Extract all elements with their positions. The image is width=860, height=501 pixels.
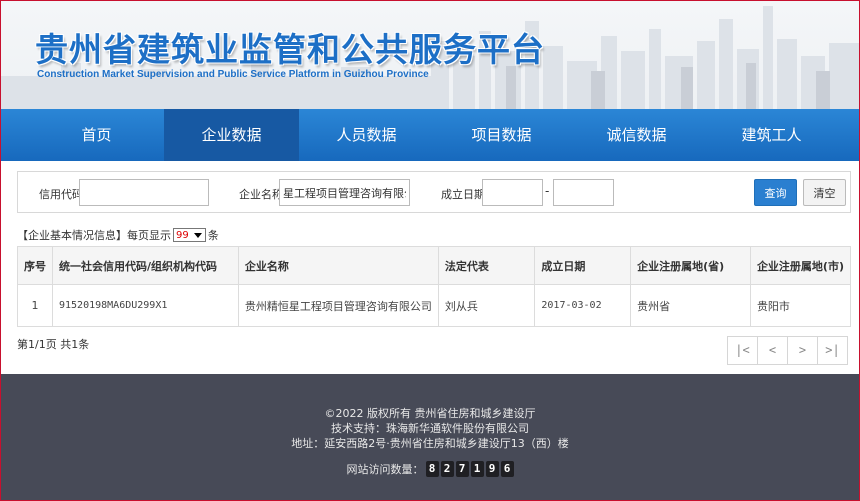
nav-item-construction-workers[interactable]: 建筑工人 [704,109,839,161]
visit-digit: 9 [485,461,499,477]
clear-button[interactable]: 清空 [803,179,846,206]
visit-digit: 2 [440,461,454,477]
results-info: 【企业基本情况信息】 每页显示 99 条 [17,227,219,243]
tech-support-text: 技术支持：珠海新华通软件股份有限公司 [331,422,529,435]
copyright-text: ©2022 版权所有 贵州省住房和城乡建设厅 [324,407,536,420]
column-header: 企业名称 [237,246,439,285]
page-summary: 第1/1页 共1条 [17,338,90,351]
established-date-cell: 2017-03-02 [534,284,632,327]
province-cell: 贵州省 [630,284,751,327]
column-header: 企业注册属地(省) [630,246,751,285]
page-size-value: 99 [176,229,189,241]
legal-rep-cell: 刘从兵 [437,284,536,327]
company-name-cell[interactable]: 贵州精恒星工程项目管理咨询有限公司 [237,284,439,327]
column-header: 法定代表 [437,246,536,285]
prev-page-button[interactable]: < [757,336,788,365]
site-title: 贵州省建筑业监管和公共服务平台 [35,30,545,69]
site-subtitle: Construction Market Supervision and Publ… [37,69,429,80]
search-panel: 信用代码 企业名称 成立日期 - 查询 清空 [17,171,851,213]
page-size-select[interactable]: 99 [173,228,206,242]
established-date-label: 成立日期 [441,188,485,201]
credit-code-input[interactable] [79,179,209,206]
company-name-input[interactable] [279,179,410,206]
per-page-prefix: 每页显示 [127,229,171,242]
visit-digit: 7 [455,461,469,477]
column-header: 统一社会信用代码/组织机构代码 [52,246,239,285]
column-header: 成立日期 [534,246,632,285]
credit-code-cell: 91520198MA6DU299X1 [52,284,239,327]
date-separator: - [545,184,550,198]
section-title: 【企业基本情况信息】 [17,229,127,242]
column-header: 序号 [17,246,53,285]
nav-item-home[interactable]: 首页 [29,109,164,161]
header-banner: 贵州省建筑业监管和公共服务平台 Construction Market Supe… [1,1,859,109]
first-page-button[interactable]: |< [727,336,758,365]
row-index: 1 [17,284,53,327]
nav-item-project-data[interactable]: 项目数据 [434,109,569,161]
table-row[interactable]: 1 91520198MA6DU299X1 贵州精恒星工程项目管理咨询有限公司 刘… [17,284,852,327]
visit-counter-label: 网站访问数量： [346,463,424,476]
address-text: 地址：延安西路2号·贵州省住房和城乡建设厅13（西）楼 [291,437,569,450]
date-from-input[interactable] [482,179,543,206]
nav-item-credit-data[interactable]: 诚信数据 [569,109,704,161]
table-header-row: 序号 统一社会信用代码/组织机构代码 企业名称 法定代表 成立日期 企业注册属地… [17,246,852,285]
last-page-button[interactable]: >| [817,336,848,365]
pagination: |< < > >| [727,336,848,365]
company-name-label: 企业名称 [239,188,283,201]
results-table: 序号 统一社会信用代码/组织机构代码 企业名称 法定代表 成立日期 企业注册属地… [17,246,852,327]
query-button[interactable]: 查询 [754,179,797,206]
visit-digit: 6 [500,461,514,477]
nav-item-personnel-data[interactable]: 人员数据 [299,109,434,161]
visit-digit: 8 [425,461,439,477]
next-page-button[interactable]: > [787,336,818,365]
date-to-input[interactable] [553,179,614,206]
visit-counter: 网站访问数量： 8 2 7 1 9 6 [1,461,859,477]
site-footer: ©2022 版权所有 贵州省住房和城乡建设厅 技术支持：珠海新华通软件股份有限公… [1,374,859,500]
city-cell: 贵阳市 [749,284,852,327]
per-page-suffix: 条 [207,229,219,242]
chevron-down-icon [193,232,202,238]
visit-digit: 1 [470,461,484,477]
column-header: 企业注册属地(市) [749,246,852,285]
credit-code-label: 信用代码 [39,188,83,201]
main-nav: 首页 企业数据 人员数据 项目数据 诚信数据 建筑工人 [1,109,859,161]
nav-item-company-data[interactable]: 企业数据 [164,109,299,161]
